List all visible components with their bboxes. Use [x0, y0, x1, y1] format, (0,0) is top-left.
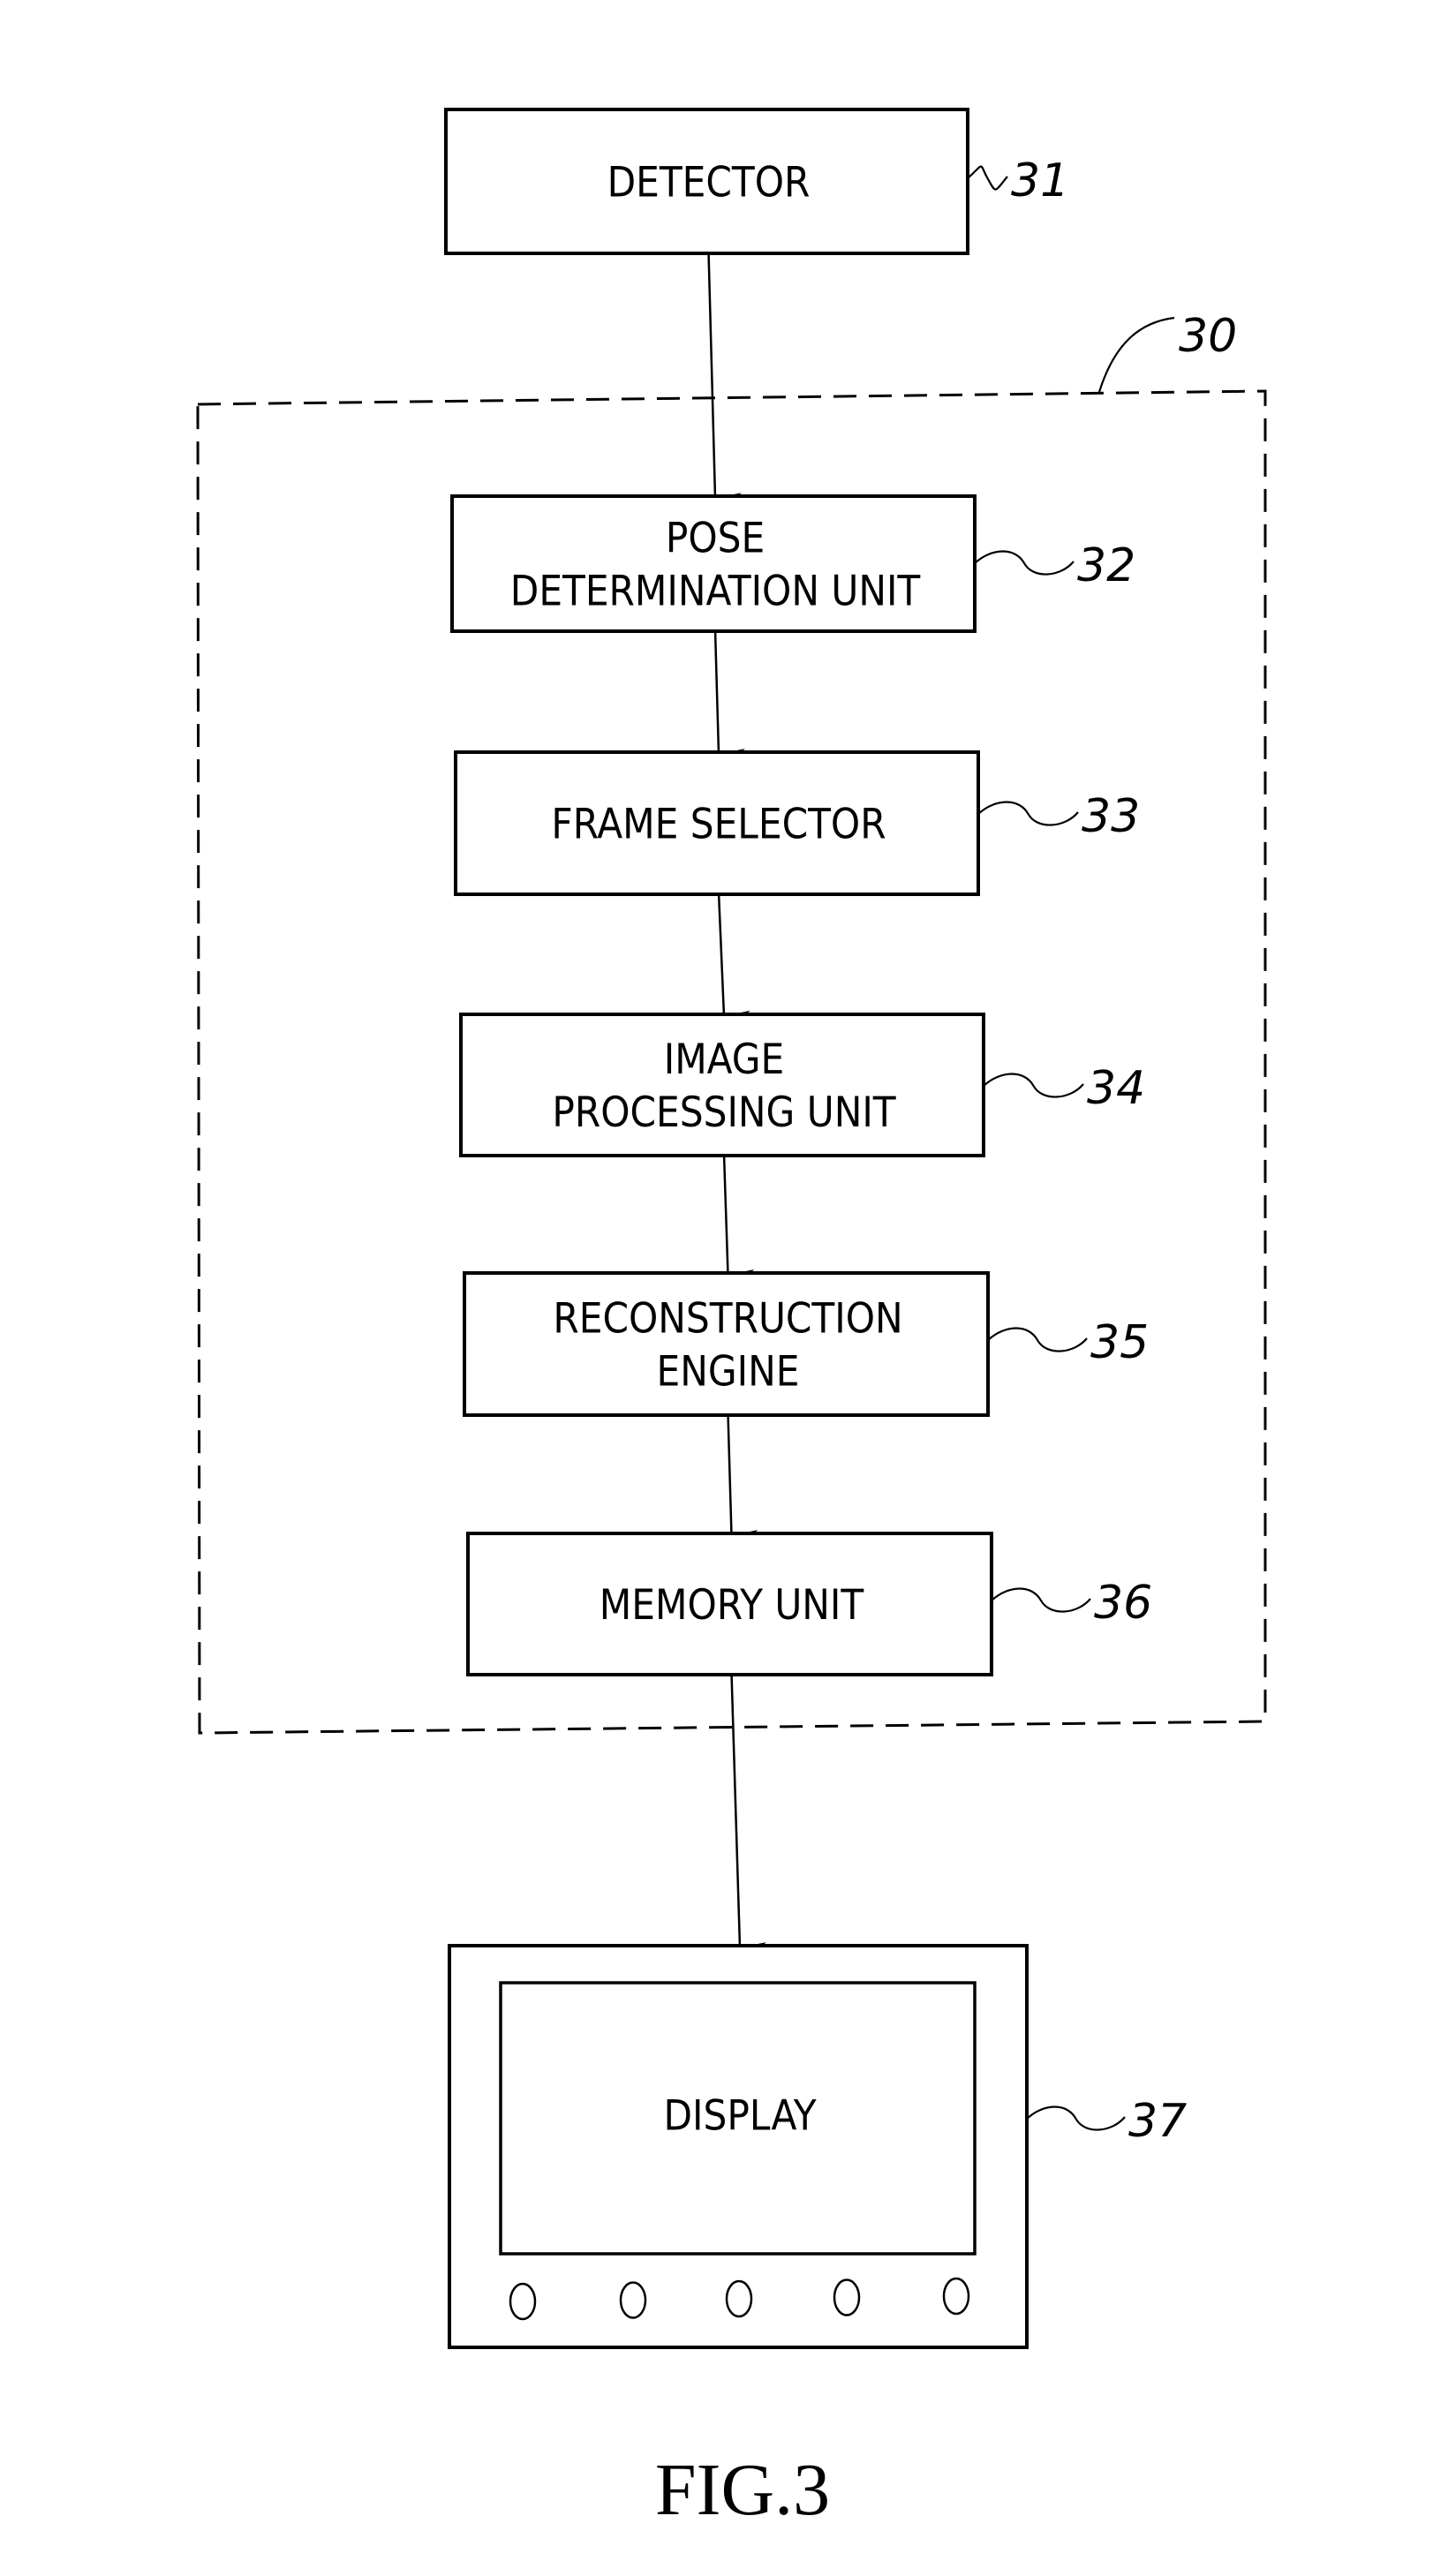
image-processing-unit-block: IMAGEPROCESSING UNIT 34 — [459, 1013, 1145, 1157]
display-leader-line — [1026, 2105, 1126, 2131]
memory-unit-block: MEMORY UNIT 36 — [466, 1532, 1152, 1676]
pose-determination-unit-ref-label: 32 — [1077, 539, 1135, 592]
detector-block: DETECTOR 31 — [444, 108, 1069, 255]
image-processing-unit-leader-line — [983, 1073, 1084, 1098]
reconstruction-engine-block: RECONSTRUCTIONENGINE 35 — [463, 1271, 1149, 1417]
detector-leader-line — [967, 165, 1008, 191]
reconstruction-engine-label-line-1: RECONSTRUCTION — [553, 1295, 902, 1344]
arrow-image-processing-unit-to-reconstruction-engine — [722, 1153, 755, 1279]
figure-caption: FIG.3 — [655, 2449, 830, 2531]
image-processing-unit-ref-label: 34 — [1087, 1062, 1145, 1115]
arrow-frame-selector-to-image-processing-unit — [717, 892, 751, 1020]
frame-selector-leader-line — [977, 801, 1079, 826]
detector-ref-label: 31 — [1011, 154, 1069, 207]
pose-determination-unit-block: POSE DETERMINATION UNIT 32 — [450, 494, 1135, 633]
memory-unit-ref-label: 36 — [1094, 1577, 1152, 1630]
block-diagram: 30 DETECTOR 31 POSE DETERMINATION UNIT 32 FRA… — [196, 108, 1267, 2531]
frame-selector-block: FRAME SELECTOR 33 — [454, 750, 1140, 896]
arrow-memory-unit-to-display — [730, 1672, 767, 1952]
detector-label-line-1: DETECTOR — [607, 159, 811, 207]
reconstruction-engine-label-line-2: ENGINE — [657, 1348, 800, 1397]
frame-selector-label-line-1: FRAME SELECTOR — [551, 801, 886, 849]
reconstruction-engine-leader-line — [987, 1327, 1088, 1352]
pose-determination-unit-label-line-2: DETERMINATION UNIT — [510, 568, 921, 616]
display-ref-label: 37 — [1128, 2095, 1187, 2148]
display-label-line-1: DISPLAY — [663, 2092, 816, 2141]
memory-unit-label-line-1: MEMORY UNIT — [600, 1581, 864, 1630]
reconstruction-engine-ref-label: 35 — [1090, 1316, 1149, 1369]
memory-unit-leader-line — [991, 1587, 1091, 1613]
arrow-detector-to-pose-determination-unit — [707, 251, 743, 502]
block-layer: DETECTOR 31 POSE DETERMINATION UNIT 32 FRAME … — [444, 108, 1187, 2349]
container-ref-label: 30 — [1179, 310, 1237, 363]
arrow-pose-determination-unit-to-frame-selector — [713, 629, 746, 758]
arrow-reconstruction-engine-to-memory-unit — [727, 1412, 758, 1540]
image-processing-unit-label-line-1: IMAGE — [664, 1036, 785, 1084]
container-leader-line — [1097, 316, 1175, 393]
pose-determination-unit-leader-line — [974, 550, 1075, 576]
pose-determination-unit-label-line-1: POSE — [666, 515, 765, 563]
frame-selector-ref-label: 33 — [1082, 790, 1140, 843]
image-processing-unit-label-line-2: PROCESSING UNIT — [552, 1088, 895, 1137]
display-block: DISPLAY 37 — [448, 1944, 1187, 2349]
